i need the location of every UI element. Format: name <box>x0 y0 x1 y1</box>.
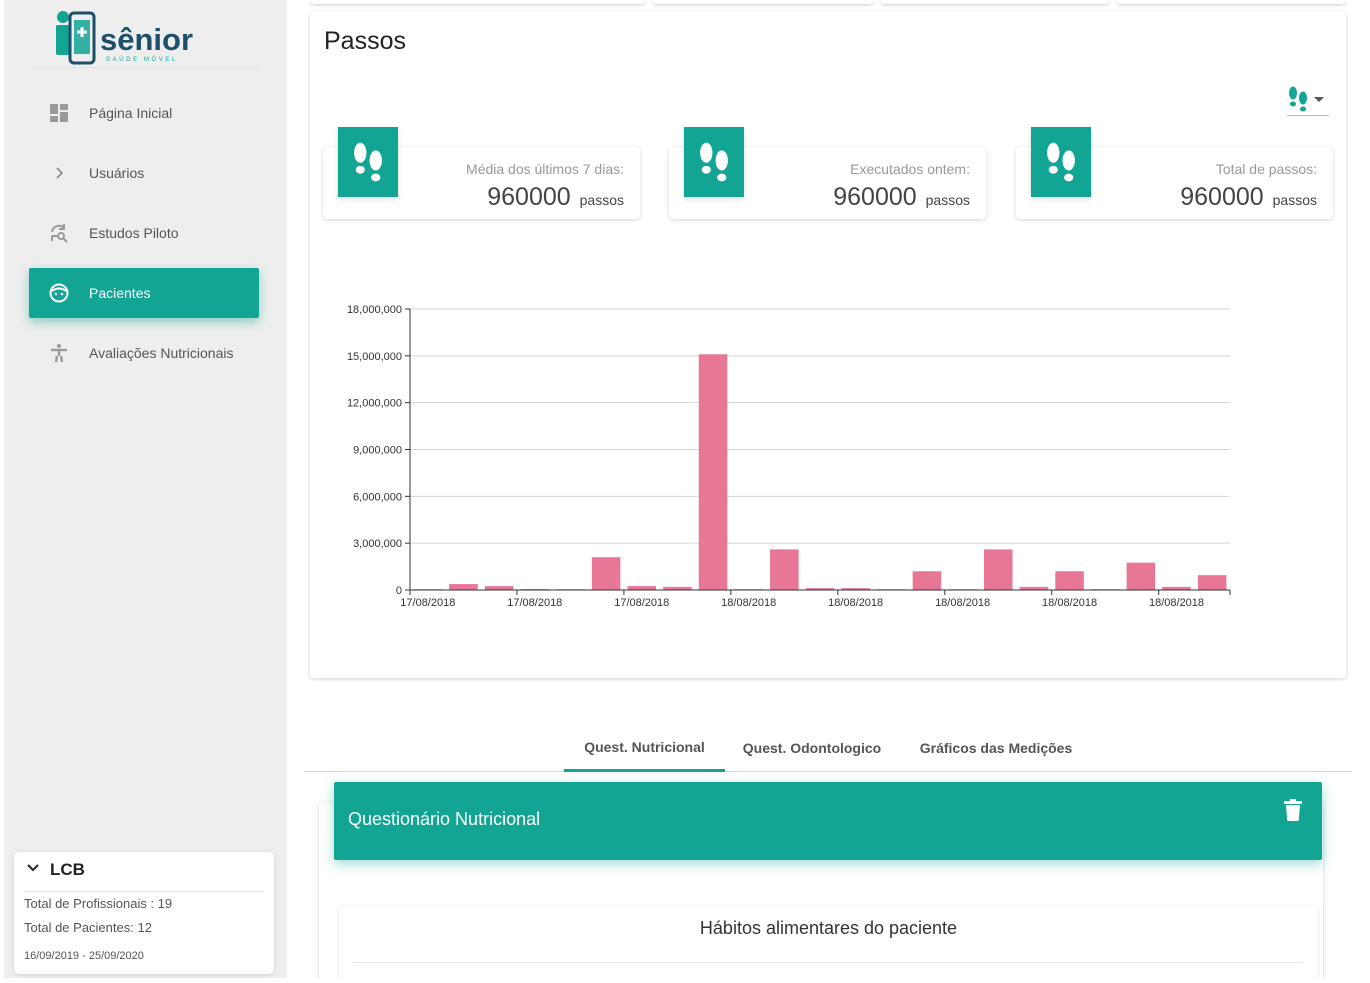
card-above-edge <box>652 0 874 4</box>
professionals-count: Total de Profissionais : 19 <box>24 896 173 911</box>
chart-bar <box>1126 562 1156 590</box>
chart-y-tick-label: 3,000,000 <box>353 538 402 550</box>
sidebar-item-label: Estudos Piloto <box>89 225 179 241</box>
eating-habits-section: Hábitos alimentares do paciente <box>339 905 1318 983</box>
refresh-search-icon <box>29 223 89 243</box>
steps-bar-chart: 0 3,000,000 6,000,000 9,000,000 12,000,000 15… <box>347 304 1231 609</box>
sidebar: sênior SAÚDE MÓVEL Página Inicial Usuári… <box>4 0 287 978</box>
sidebar-item-label: Pacientes <box>89 285 151 301</box>
chevron-right-icon <box>29 166 89 180</box>
section-title: Hábitos alimentares do paciente <box>699 918 958 938</box>
chart-bar <box>1055 571 1084 590</box>
chart-bar <box>591 557 621 590</box>
accessibility-icon <box>29 343 89 363</box>
organization-header[interactable]: LCB <box>26 860 85 880</box>
dashboard-icon <box>29 103 89 123</box>
chart-bar <box>484 586 514 590</box>
sidebar-item-pilot-studies[interactable]: Estudos Piloto <box>29 208 259 258</box>
chart-x-tick-label: 17/08/2018 <box>507 597 562 609</box>
sidebar-item-label: Avaliações Nutricionais <box>89 345 234 361</box>
chart-y-tick-label: 15,000,000 <box>347 351 402 363</box>
sidebar-item-label: Página Inicial <box>89 105 173 121</box>
chart-bar <box>1197 575 1227 590</box>
steps-card: Passos Média dos últimos 7 dias: 960000 … <box>310 11 1346 678</box>
chart-x-tick-label: 18/08/2018 <box>721 597 776 609</box>
section-divider <box>353 962 1302 963</box>
organization-card: LCB Total de Profissionais : 19 Total de… <box>14 852 274 974</box>
senior-logo[interactable]: sênior SAÚDE MÓVEL <box>50 8 210 68</box>
chart-y-tick-label: 0 <box>396 585 402 597</box>
tabs-bar: Quest. Nutricional Quest. Odontologico G… <box>304 724 1352 772</box>
sidebar-item-label: Usuários <box>89 165 145 181</box>
chart-x-tick-label: 18/08/2018 <box>1149 597 1204 609</box>
chart-bar <box>449 584 478 590</box>
chart-x-tick-label: 18/08/2018 <box>1042 597 1097 609</box>
chart-x-tick-label: 17/08/2018 <box>614 597 669 609</box>
sidebar-item-home[interactable]: Página Inicial <box>29 88 259 138</box>
card-above-edge <box>310 0 645 4</box>
chart-x-tick-label: 17/08/2018 <box>400 597 455 609</box>
patients-count: Total de Pacientes: 12 <box>24 920 152 935</box>
logo-head-icon <box>57 11 69 23</box>
chart-bar <box>770 549 799 590</box>
chevron-down-icon[interactable] <box>26 861 40 880</box>
organization-divider <box>24 891 264 892</box>
logo-tagline: SAÚDE MÓVEL <box>106 56 178 63</box>
chart-y-tick-label: 18,000,000 <box>347 304 402 316</box>
chart-y-tick-label: 9,000,000 <box>353 445 402 457</box>
chart-bar <box>912 571 942 590</box>
chart-x-tick-label: 18/08/2018 <box>828 597 883 609</box>
questionnaire-header: Questionário Nutricional <box>334 782 1322 860</box>
face-icon <box>29 283 89 303</box>
logo-divider <box>32 67 260 68</box>
organization-period: 16/09/2019 - 25/09/2020 <box>24 950 144 962</box>
sidebar-item-nutritional-assessments[interactable]: Avaliações Nutricionais <box>29 328 259 378</box>
chart-x-tick-label: 18/08/2018 <box>935 597 990 609</box>
card-above-edge <box>1116 0 1346 4</box>
chart-bar <box>698 354 728 590</box>
chart-bar <box>984 549 1013 590</box>
tab-dental-questionnaire[interactable]: Quest. Odontologico <box>736 724 888 772</box>
trash-icon[interactable] <box>1284 799 1302 826</box>
chart-y-tick-label: 12,000,000 <box>347 398 402 410</box>
page-bottom-edge <box>0 978 1370 983</box>
chart-y-tick-label: 6,000,000 <box>353 491 402 503</box>
sidebar-item-patients[interactable]: Pacientes <box>29 268 259 318</box>
questionnaire-title: Questionário Nutricional <box>348 809 541 829</box>
organization-name: LCB <box>50 860 85 879</box>
chart-bar <box>627 586 656 590</box>
tab-measurement-charts[interactable]: Gráficos das Medições <box>914 724 1078 772</box>
sidebar-item-users[interactable]: Usuários <box>29 148 259 198</box>
logo-wordmark: sênior <box>100 22 193 57</box>
card-above-edge <box>881 0 1109 4</box>
tab-nutritional-questionnaire[interactable]: Quest. Nutricional <box>564 724 725 772</box>
